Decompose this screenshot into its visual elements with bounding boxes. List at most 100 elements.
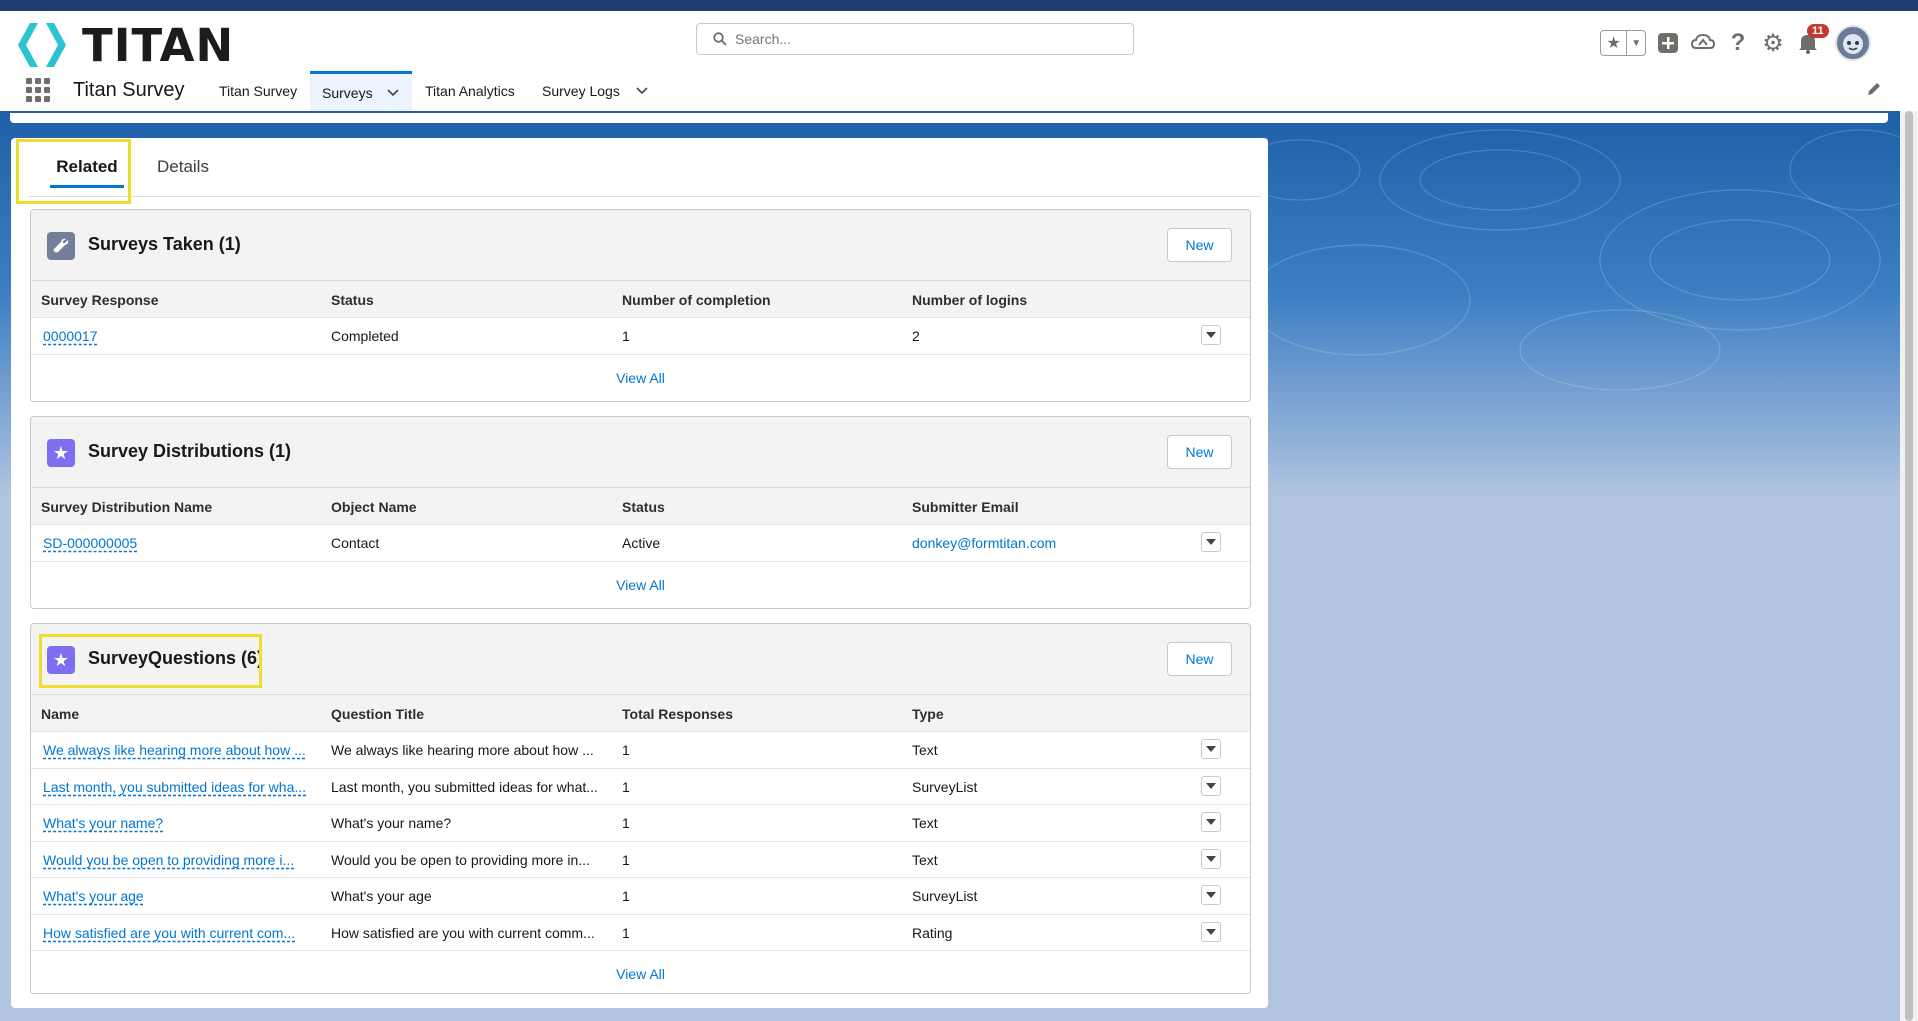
column-header[interactable]: Name	[41, 706, 79, 722]
nav-tab-surveys[interactable]: Surveys	[310, 71, 412, 111]
row-actions-button[interactable]	[1201, 532, 1221, 552]
card-title[interactable]: Surveys Taken (1)	[88, 234, 241, 255]
global-actions-button[interactable]	[1655, 30, 1681, 56]
record-link[interactable]: Last month, you submitted ideas for wha.…	[43, 779, 306, 795]
table-cell: Text	[912, 851, 938, 868]
star-icon[interactable]: ★	[1601, 31, 1628, 55]
row-actions-button[interactable]	[1201, 325, 1221, 345]
related-panel: Related Details Surveys Taken (1) New Su…	[11, 138, 1268, 1008]
column-header[interactable]: Status	[622, 499, 665, 515]
header-actions: ★ ▼ ? ⚙ 11	[1600, 24, 1871, 61]
column-header[interactable]: Object Name	[331, 499, 417, 515]
titan-logo[interactable]: TITAN	[16, 19, 234, 72]
view-all-link[interactable]: View All	[31, 966, 1250, 982]
app-launcher-icon[interactable]	[26, 78, 50, 102]
table-cell: What's your age	[331, 888, 432, 904]
table-header: Survey Distribution Name Object Name Sta…	[31, 487, 1250, 524]
setup-button[interactable]: ⚙	[1760, 29, 1786, 57]
new-button[interactable]: New	[1167, 228, 1232, 262]
record-tabs: Related Details	[29, 138, 1261, 197]
column-header[interactable]: Total Responses	[622, 706, 733, 722]
titan-logo-mark-icon	[18, 23, 66, 67]
highlight-box-related-tab	[16, 139, 131, 204]
column-header[interactable]: Type	[912, 706, 944, 722]
notifications-button[interactable]: 11	[1795, 24, 1829, 56]
chevron-down-icon[interactable]	[387, 88, 399, 97]
scrollbar-thumb[interactable]	[1905, 111, 1913, 1021]
table-cell: We always like hearing more about how ..…	[331, 742, 594, 758]
table-cell: Text	[912, 742, 938, 758]
column-header[interactable]: Number of completion	[622, 292, 771, 308]
row-actions-button[interactable]	[1201, 885, 1221, 905]
nav-tab-titan-analytics[interactable]: Titan Analytics	[413, 71, 523, 111]
column-header[interactable]: Submitter Email	[912, 499, 1019, 515]
column-header[interactable]: Number of logins	[912, 292, 1027, 308]
email-link[interactable]: donkey@formtitan.com	[912, 535, 1056, 551]
table-row: SD-000000005 Contact Active donkey@formt…	[31, 524, 1250, 561]
table-header: Name Question Title Total Responses Type	[31, 694, 1250, 731]
row-actions-button[interactable]	[1201, 812, 1221, 832]
notification-count-badge: 11	[1807, 24, 1829, 38]
search-input[interactable]	[733, 30, 1117, 48]
nav-tab-titan-survey[interactable]: Titan Survey	[207, 71, 307, 111]
favorites-button[interactable]: ★ ▼	[1600, 30, 1646, 56]
record-link[interactable]: SD-000000005	[43, 535, 137, 551]
record-link[interactable]: We always like hearing more about how ..…	[43, 742, 306, 758]
cloud-icon	[1691, 33, 1715, 49]
column-header[interactable]: Question Title	[331, 706, 424, 722]
record-link[interactable]: Would you be open to providing more i...	[43, 852, 294, 868]
table-row: 0000017 Completed 1 2	[31, 317, 1250, 354]
table-row: We always like hearing more about how ..…	[31, 731, 1250, 768]
table-cell: Completed	[331, 328, 399, 344]
trailhead-button[interactable]	[1690, 30, 1716, 56]
help-button[interactable]: ?	[1725, 29, 1751, 56]
view-all-footer: View All	[31, 560, 1250, 608]
tab-details[interactable]: Details	[157, 138, 209, 196]
chevron-down-icon	[1206, 819, 1216, 825]
browser-top-strip	[0, 0, 1918, 11]
table-cell: Contact	[331, 535, 380, 551]
chevron-down-icon	[1206, 892, 1216, 898]
surveys-taken-card: Surveys Taken (1) New Survey Response St…	[30, 209, 1251, 402]
record-link[interactable]: What's your age	[43, 888, 144, 904]
card-header: ★ Survey Distributions (1) New	[31, 417, 1250, 487]
app-navigation-bar: Titan Survey Titan Survey Surveys Titan …	[0, 71, 1918, 114]
column-header[interactable]: Survey Distribution Name	[41, 499, 212, 515]
chevron-down-icon[interactable]	[636, 87, 648, 95]
view-all-footer: View All	[31, 353, 1250, 401]
row-actions-button[interactable]	[1201, 921, 1221, 942]
chevron-down-icon	[1206, 855, 1216, 862]
question-icon: ?	[1730, 29, 1746, 56]
page-scrollbar[interactable]	[1900, 111, 1918, 1021]
card-header: Surveys Taken (1) New	[31, 210, 1250, 280]
new-button[interactable]: New	[1167, 642, 1232, 676]
column-header[interactable]: Status	[331, 292, 374, 308]
chevron-down-icon[interactable]: ▼	[1627, 31, 1645, 55]
nav-tab-survey-logs[interactable]: Survey Logs	[530, 71, 660, 111]
table-row: Would you be open to providing more i...…	[31, 840, 1250, 877]
chevron-down-icon	[1206, 928, 1216, 935]
card-title[interactable]: Survey Distributions (1)	[88, 441, 291, 462]
global-search-box[interactable]	[696, 23, 1134, 55]
column-header[interactable]: Survey Response	[41, 292, 159, 308]
view-all-link[interactable]: View All	[31, 370, 1250, 386]
row-actions-button[interactable]	[1201, 848, 1221, 869]
record-link[interactable]: What's your name?	[43, 815, 163, 831]
chevron-down-icon	[1206, 539, 1216, 545]
tab-details-label: Details	[157, 157, 209, 176]
user-avatar[interactable]	[1835, 25, 1871, 61]
table-cell: SurveyList	[912, 778, 978, 795]
pencil-icon[interactable]	[1866, 81, 1882, 97]
table-cell: 1	[622, 815, 630, 831]
gear-icon: ⚙	[1762, 29, 1784, 57]
view-all-link[interactable]: View All	[31, 577, 1250, 593]
new-button[interactable]: New	[1167, 435, 1232, 469]
record-link[interactable]: How satisfied are you with current com..…	[43, 925, 295, 941]
row-actions-button[interactable]	[1201, 739, 1221, 759]
table-row: Last month, you submitted ideas for wha.…	[31, 767, 1250, 804]
table-cell: 1	[622, 888, 630, 904]
row-actions-button[interactable]	[1201, 775, 1221, 796]
table-cell: Text	[912, 815, 938, 831]
record-link[interactable]: 0000017	[43, 328, 98, 344]
chevron-down-icon	[1206, 782, 1216, 789]
